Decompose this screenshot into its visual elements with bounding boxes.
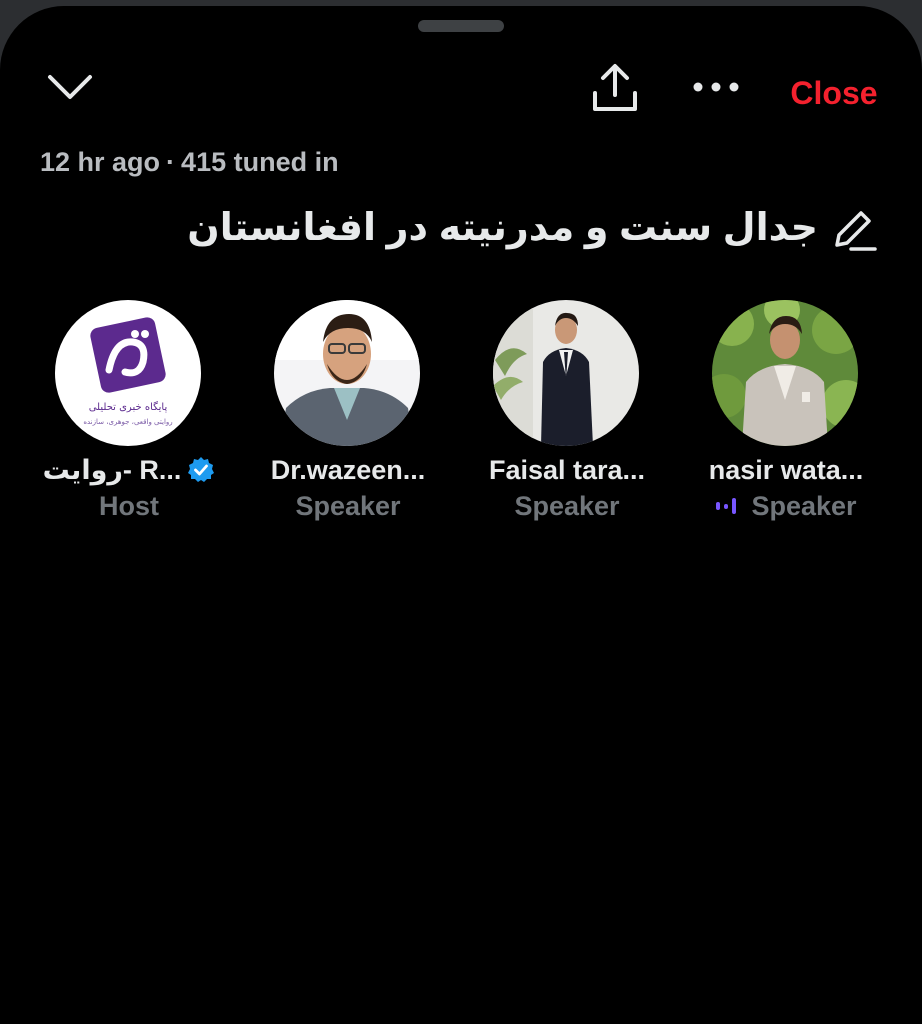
participant-role-row: Speaker xyxy=(681,488,891,524)
participant-role: Speaker xyxy=(295,490,401,521)
participant-role: Speaker xyxy=(751,490,857,521)
participant-speaker[interactable]: Faisal tara... Speaker xyxy=(462,300,672,526)
collapse-button[interactable] xyxy=(44,64,96,108)
participant-name: Dr.wazeen... xyxy=(270,454,426,485)
tuned-in-count: 415 tuned in xyxy=(181,147,339,177)
participant-role: Host xyxy=(99,490,159,521)
avatar[interactable]: پایگاه خبری تحلیلی روایتی واقعی، جوهر‌ی،… xyxy=(55,300,201,446)
participant-host[interactable]: پایگاه خبری تحلیلی روایتی واقعی، جوهر‌ی،… xyxy=(24,300,234,526)
avatar[interactable] xyxy=(712,300,858,446)
space-sheet: Close 12 hr ago · 415 tuned in جدال سنت و … xyxy=(0,6,922,1024)
pencil-icon xyxy=(835,211,877,251)
participant-speaker[interactable]: Dr.wazeen... Speaker xyxy=(243,300,453,526)
participant-name-row: Faisal tara... xyxy=(462,452,672,488)
participant-name: Faisal tara... xyxy=(488,454,646,485)
participant-name-row: روایت- R... xyxy=(24,452,234,488)
time-ago: 12 hr ago xyxy=(40,147,161,177)
verified-badge-icon xyxy=(187,456,215,484)
participant-role-row: Speaker xyxy=(462,488,672,524)
participant-name-row: Dr.wazeen... xyxy=(243,452,453,488)
participants-row: پایگاه خبری تحلیلی روایتی واقعی، جوهر‌ی،… xyxy=(0,300,922,540)
avatar[interactable] xyxy=(274,300,420,446)
meta-separator: · xyxy=(166,147,176,177)
space-title: جدال سنت و مدرنیته در افغانستان xyxy=(187,207,818,249)
participant-name: روایت- R... xyxy=(42,454,182,485)
participant-role-row: Host xyxy=(24,488,234,524)
avatar-logo-text: پایگاه خبری تحلیلی xyxy=(89,401,168,413)
avatar-logo-subtext: روایتی واقعی، جوهر‌ی، سازنده xyxy=(83,418,172,426)
participant-name-row: nasir wata... xyxy=(681,452,891,488)
participant-role-row: Speaker xyxy=(243,488,453,524)
share-icon xyxy=(593,64,637,111)
more-button[interactable] xyxy=(686,62,746,112)
close-button[interactable]: Close xyxy=(776,72,892,114)
edit-title-button[interactable] xyxy=(828,202,880,254)
participant-name: nasir wata... xyxy=(708,454,864,485)
drag-handle[interactable] xyxy=(418,20,504,32)
title-row: جدال سنت و مدرنیته در افغانستان xyxy=(187,196,880,260)
avatar[interactable] xyxy=(493,300,639,446)
space-meta: 12 hr ago · 415 tuned in xyxy=(40,144,339,180)
participant-speaker-active[interactable]: nasir wata... Speaker xyxy=(681,300,891,526)
chevron-down-icon xyxy=(48,75,92,99)
participant-role: Speaker xyxy=(514,490,620,521)
share-button[interactable] xyxy=(586,58,644,116)
more-icon xyxy=(693,82,739,92)
speaking-indicator-icon xyxy=(715,495,741,517)
